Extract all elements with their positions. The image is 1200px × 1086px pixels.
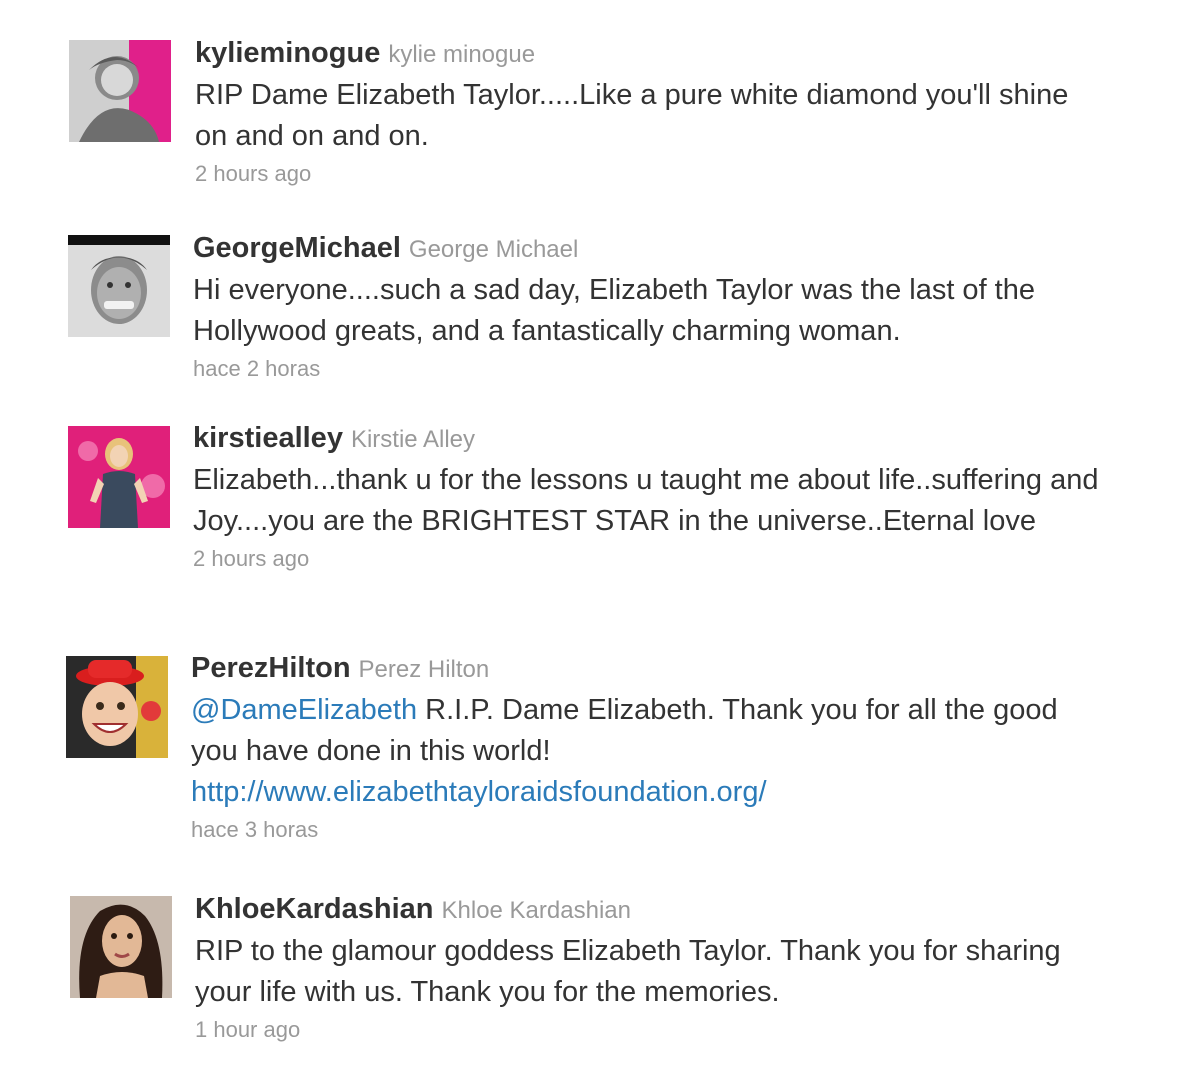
tweet-text: RIP to the glamour goddess Elizabeth Tay… [195,935,1061,1008]
tweet-header: PerezHilton Perez Hilton [191,652,1151,690]
avatar[interactable] [70,896,172,998]
tweet-content: GeorgeMichael George Michael Hi everyone.… [193,232,1153,382]
avatar[interactable] [68,235,170,337]
timestamp[interactable]: hace 3 horas [191,817,318,843]
tweet-header: kirstiealley Kirstie Alley [193,422,1153,460]
tweet-text: RIP Dame Elizabeth Taylor.....Like a pur… [195,79,1069,152]
avatar[interactable] [66,656,168,758]
screen-name[interactable]: kylieminogue [195,37,380,69]
avatar[interactable] [69,40,171,142]
timestamp[interactable]: 1 hour ago [195,1017,300,1043]
avatar-photo-kirstie-icon [68,426,170,528]
url-link[interactable]: http://www.elizabethtayloraidsfoundation… [191,776,767,808]
avatar-photo-george-icon [68,235,170,337]
full-name: Perez Hilton [358,656,490,683]
mention-link[interactable]: @DameElizabeth [191,694,417,726]
tweet-text: @DameElizabeth R.I.P. Dame Elizabeth. Th… [191,690,1091,813]
screen-name[interactable]: GeorgeMichael [193,232,401,264]
tweet-text: Elizabeth...thank u for the lessons u ta… [193,464,1099,537]
screen-name[interactable]: kirstiealley [193,422,343,454]
tweet-header: GeorgeMichael George Michael [193,232,1153,270]
screen-name[interactable]: KhloeKardashian [195,893,434,925]
full-name: Kirstie Alley [350,426,475,453]
avatar[interactable] [68,426,170,528]
timestamp[interactable]: 2 hours ago [195,161,311,187]
tweet-text: Hi everyone....such a sad day, Elizabeth… [193,274,1035,347]
avatar-photo-perez-icon [66,656,168,758]
timestamp[interactable]: 2 hours ago [193,546,309,572]
full-name: George Michael [408,236,579,263]
tweet-content: kirstiealley Kirstie Alley Elizabeth...th… [193,422,1153,572]
tweet-content: PerezHilton Perez Hilton @DameElizabeth R… [191,652,1151,843]
timestamp[interactable]: hace 2 horas [193,356,320,382]
tweet-header: KhloeKardashian Khloe Kardashian [195,893,1155,931]
screen-name[interactable]: PerezHilton [191,652,351,684]
tweet-content: KhloeKardashian Khloe Kardashian RIP to t… [195,893,1155,1043]
avatar-photo-kylie-icon [69,40,171,142]
full-name: kylie minogue [388,41,536,68]
avatar-photo-khloe-icon [70,896,172,998]
full-name: Khloe Kardashian [441,897,631,924]
tweet-header: kylieminogue kylie minogue [195,37,1155,75]
tweet-content: kylieminogue kylie minogue RIP Dame Eliza… [195,37,1155,187]
